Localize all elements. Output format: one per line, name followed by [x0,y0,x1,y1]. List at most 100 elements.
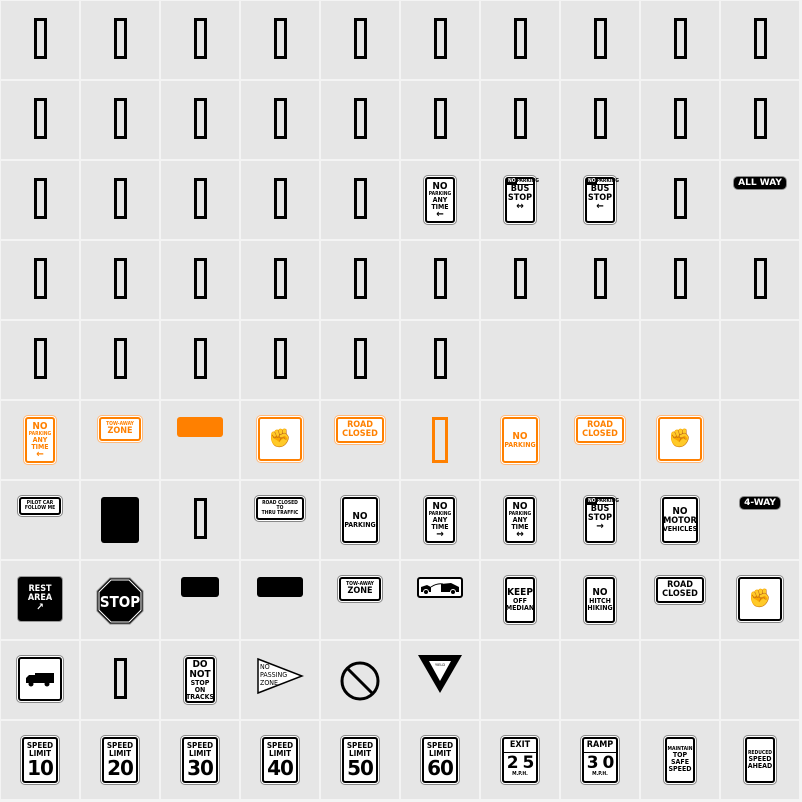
glyph-cell[interactable]: SPEED LIMIT 20 [81,721,159,799]
glyph-cell[interactable]: REST AREA ↗ [1,561,79,639]
glyph-cell[interactable] [1,161,79,239]
glyph-cell[interactable] [81,161,159,239]
glyph-cell[interactable]: NO PARKING ANY TIME ← [1,401,79,479]
glyph-cell[interactable] [641,241,719,319]
glyph-cell[interactable] [241,321,319,399]
glyph-cell[interactable]: NO HITCH HIKING [561,561,639,639]
glyph-cell[interactable]: YIELD [401,641,479,719]
glyph-cell[interactable] [241,561,319,639]
glyph-cell[interactable]: NO PARKING [321,481,399,559]
glyph-cell[interactable] [401,401,479,479]
glyph-cell[interactable] [721,241,799,319]
glyph-cell[interactable] [481,641,559,719]
glyph-cell[interactable] [161,321,239,399]
glyph-cell[interactable] [721,641,799,719]
glyph-cell[interactable] [321,81,399,159]
glyph-cell[interactable]: SPEED LIMIT 60 [401,721,479,799]
glyph-cell[interactable] [81,321,159,399]
glyph-cell[interactable]: NO PARKING ANY TIME ← [401,161,479,239]
glyph-cell[interactable] [561,81,639,159]
glyph-cell[interactable]: NO PARKING BUS STOP ↔ [481,161,559,239]
glyph-cell[interactable]: NO PARKING BUS STOP → [561,481,639,559]
glyph-cell[interactable]: DO NOT STOP ON TRACKS [161,641,239,719]
glyph-cell[interactable] [401,1,479,79]
glyph-cell[interactable] [161,81,239,159]
glyph-cell[interactable] [481,1,559,79]
glyph-cell[interactable] [561,241,639,319]
glyph-cell[interactable]: REDUCED SPEED AHEAD [721,721,799,799]
glyph-cell[interactable] [641,81,719,159]
glyph-cell[interactable] [401,81,479,159]
glyph-cell[interactable]: STOP [81,561,159,639]
glyph-cell[interactable] [321,241,399,319]
glyph-cell[interactable]: ROAD CLOSED TO THRU TRAFFIC [241,481,319,559]
glyph-cell[interactable]: MAINTAIN TOP SAFE SPEED [641,721,719,799]
glyph-cell[interactable]: ALL WAY [721,161,799,239]
glyph-cell[interactable]: SPEED LIMIT 10 [1,721,79,799]
glyph-cell[interactable] [321,1,399,79]
glyph-cell[interactable] [401,561,479,639]
glyph-cell[interactable] [81,241,159,319]
glyph-cell[interactable] [81,81,159,159]
glyph-cell[interactable] [161,161,239,239]
glyph-cell[interactable] [241,161,319,239]
glyph-cell[interactable] [321,161,399,239]
glyph-cell[interactable] [721,401,799,479]
glyph-cell[interactable] [81,481,159,559]
glyph-cell[interactable] [1,1,79,79]
glyph-cell[interactable] [81,1,159,79]
glyph-cell[interactable] [641,321,719,399]
glyph-cell[interactable] [161,1,239,79]
glyph-cell[interactable] [241,81,319,159]
glyph-cell[interactable]: TOW-AWAY ZONE [321,561,399,639]
glyph-cell[interactable] [401,321,479,399]
glyph-cell[interactable] [81,641,159,719]
glyph-cell[interactable]: NO PARKING BUS STOP ← [561,161,639,239]
glyph-cell[interactable] [321,641,399,719]
glyph-cell[interactable] [1,81,79,159]
glyph-cell[interactable] [161,481,239,559]
glyph-cell[interactable]: SPEED LIMIT 40 [241,721,319,799]
glyph-cell[interactable] [561,641,639,719]
glyph-cell[interactable]: NO PASSING ZONE [241,641,319,719]
glyph-cell[interactable] [161,241,239,319]
glyph-cell[interactable]: ROAD CLOSED [641,561,719,639]
glyph-cell[interactable] [721,1,799,79]
glyph-cell[interactable] [1,321,79,399]
glyph-cell[interactable]: SPEED LIMIT 50 [321,721,399,799]
glyph-cell[interactable] [241,1,319,79]
glyph-cell[interactable] [481,241,559,319]
glyph-cell[interactable] [641,1,719,79]
glyph-cell[interactable] [641,641,719,719]
glyph-cell[interactable] [481,321,559,399]
glyph-cell[interactable] [1,641,79,719]
glyph-cell[interactable]: ✊ [241,401,319,479]
glyph-cell[interactable]: SPEED LIMIT 30 [161,721,239,799]
glyph-cell[interactable] [1,241,79,319]
glyph-cell[interactable]: 4-WAY [721,481,799,559]
glyph-cell[interactable]: ✊ [641,401,719,479]
glyph-cell[interactable] [321,321,399,399]
glyph-cell[interactable]: RAMP 3 0 M.P.H. [561,721,639,799]
glyph-cell[interactable] [721,81,799,159]
glyph-cell[interactable]: NO MOTOR VEHICLES [641,481,719,559]
glyph-cell[interactable]: NO PARKING ANY TIME → [401,481,479,559]
glyph-cell[interactable]: ROAD CLOSED [321,401,399,479]
glyph-cell[interactable]: PILOT CAR FOLLOW ME [1,481,79,559]
glyph-cell[interactable] [161,401,239,479]
glyph-cell[interactable] [561,321,639,399]
glyph-cell[interactable] [401,241,479,319]
glyph-cell[interactable]: TOW-AWAY ZONE [81,401,159,479]
glyph-cell[interactable] [721,321,799,399]
glyph-cell[interactable]: EXIT 2 5 M.P.H. [481,721,559,799]
glyph-cell[interactable]: ROAD CLOSED [561,401,639,479]
glyph-cell[interactable]: KEEP OFF MEDIAN [481,561,559,639]
glyph-cell[interactable] [161,561,239,639]
glyph-cell[interactable]: NO PARKING [481,401,559,479]
glyph-cell[interactable] [241,241,319,319]
glyph-cell[interactable]: NO PARKING ANY TIME ↔ [481,481,559,559]
glyph-cell[interactable]: ✊ [721,561,799,639]
glyph-cell[interactable] [481,81,559,159]
glyph-cell[interactable] [561,1,639,79]
glyph-cell[interactable] [641,161,719,239]
